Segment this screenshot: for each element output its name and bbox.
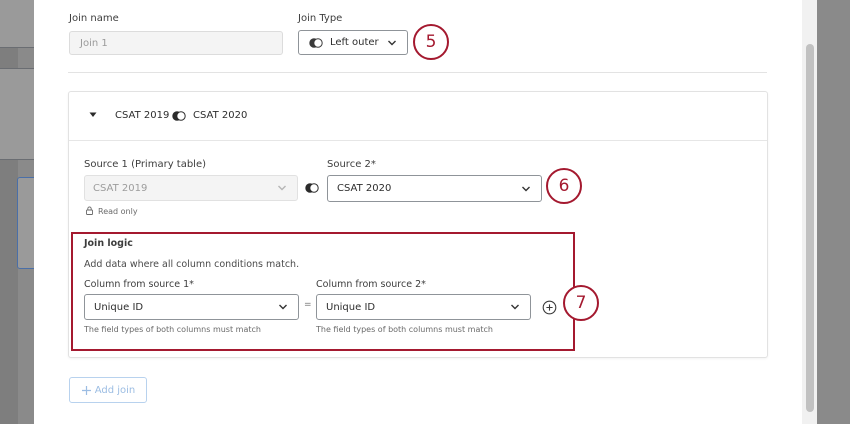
join-venn-icon bbox=[172, 111, 186, 121]
join-card-title-left: CSAT 2019 bbox=[115, 110, 170, 121]
join-venn-icon bbox=[305, 183, 319, 193]
column1-select[interactable]: Unique ID bbox=[84, 294, 299, 320]
chevron-down-icon bbox=[277, 184, 287, 192]
equals-sign: = bbox=[304, 300, 312, 310]
backdrop-panel bbox=[0, 0, 38, 48]
read-only-note: Read only bbox=[98, 207, 138, 216]
join-type-select[interactable]: Left outer bbox=[298, 30, 408, 55]
column2-label: Column from source 2* bbox=[316, 279, 426, 290]
chevron-down-icon bbox=[521, 185, 531, 193]
source2-select[interactable]: CSAT 2020 bbox=[327, 175, 542, 202]
column1-value: Unique ID bbox=[94, 301, 144, 313]
lock-icon bbox=[86, 206, 93, 215]
source1-value: CSAT 2019 bbox=[93, 182, 148, 194]
join-type-label: Join Type bbox=[298, 13, 343, 24]
column2-hint: The field types of both columns must mat… bbox=[316, 325, 493, 334]
join-card-title-right: CSAT 2020 bbox=[193, 110, 248, 121]
join-logic-heading: Join logic bbox=[84, 238, 133, 249]
column1-label: Column from source 1* bbox=[84, 279, 194, 290]
backdrop-panel bbox=[0, 68, 38, 160]
left-outer-join-icon bbox=[309, 38, 323, 48]
caret-down-icon[interactable] bbox=[89, 112, 97, 118]
chevron-down-icon bbox=[387, 39, 397, 47]
join-logic-description: Add data where all column conditions mat… bbox=[84, 259, 300, 270]
section-divider bbox=[68, 72, 767, 73]
plus-icon bbox=[81, 385, 91, 395]
join-type-value: Left outer bbox=[330, 37, 379, 48]
column2-value: Unique ID bbox=[326, 301, 376, 313]
callout-7: 7 bbox=[563, 285, 599, 321]
join-name-label: Join name bbox=[69, 13, 119, 24]
card-divider bbox=[69, 140, 767, 141]
chevron-down-icon bbox=[510, 303, 520, 311]
add-condition-icon[interactable] bbox=[542, 300, 557, 315]
source1-select: CSAT 2019 bbox=[84, 175, 298, 201]
source2-label: Source 2* bbox=[327, 159, 376, 170]
source2-value: CSAT 2020 bbox=[337, 183, 392, 194]
add-join-label: Add join bbox=[94, 384, 136, 396]
column2-select[interactable]: Unique ID bbox=[316, 294, 531, 320]
callout-6: 6 bbox=[546, 168, 582, 204]
join-name-input[interactable]: Join 1 bbox=[69, 31, 283, 55]
chevron-down-icon bbox=[278, 303, 288, 311]
scrollbar-thumb[interactable] bbox=[806, 44, 814, 412]
column1-hint: The field types of both columns must mat… bbox=[84, 325, 261, 334]
source1-label: Source 1 (Primary table) bbox=[84, 159, 207, 170]
backdrop-strip bbox=[0, 0, 18, 424]
callout-5: 5 bbox=[413, 24, 449, 60]
add-join-button[interactable]: Add join bbox=[69, 377, 147, 403]
